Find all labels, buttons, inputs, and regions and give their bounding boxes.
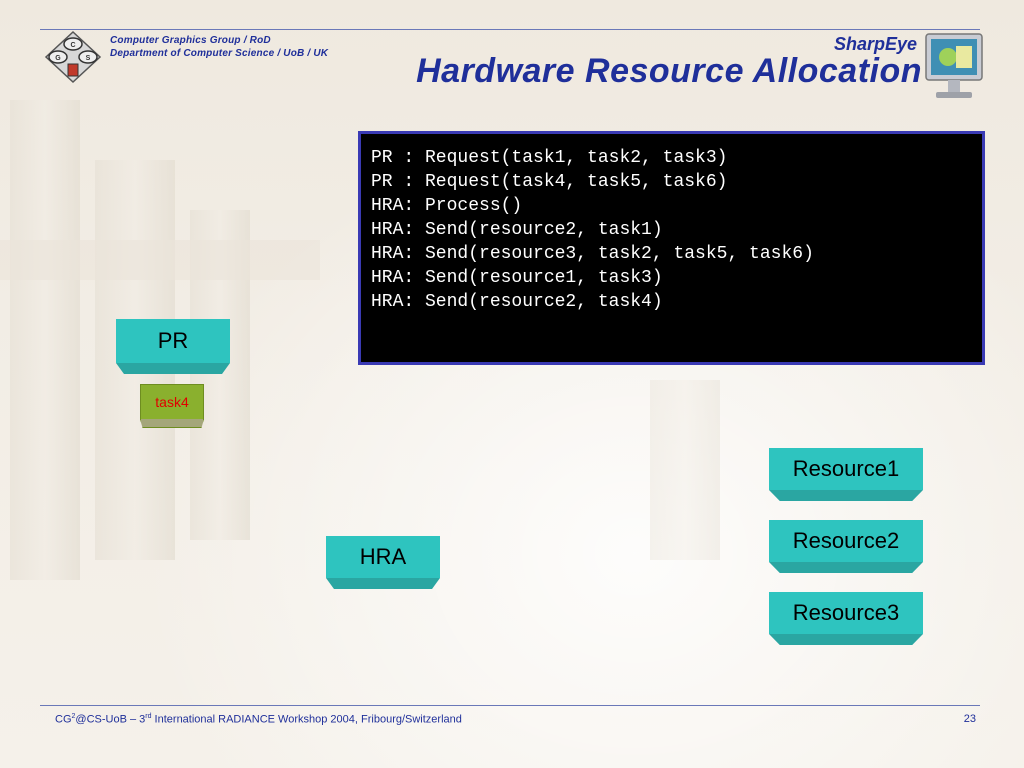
console-line: HRA: Send(resource1, task3): [371, 268, 663, 288]
pr-node: PR: [116, 319, 230, 363]
console-line: PR : Request(task1, task2, task3): [371, 148, 728, 168]
footer-rest: International RADIANCE Workshop 2004, Fr…: [151, 713, 462, 726]
console-line: HRA: Process(): [371, 196, 523, 216]
svg-text:S: S: [86, 55, 91, 62]
resource2-node: Resource2: [769, 520, 923, 562]
task4-token: task4: [140, 384, 204, 420]
footer-prefix: CG: [55, 713, 72, 726]
cg-logo-icon: C G S: [44, 30, 102, 84]
resource3-node: Resource3: [769, 592, 923, 634]
resource1-node: Resource1: [769, 448, 923, 490]
monitor-icon: [925, 33, 983, 98]
footer-mid: @CS-UoB – 3: [75, 713, 146, 726]
background-pillar: [650, 380, 720, 560]
console-line: HRA: Send(resource2, task4): [371, 292, 663, 312]
org-name-line-1: Computer Graphics Group / RoD: [110, 35, 271, 46]
svg-text:G: G: [55, 55, 61, 62]
slide-title: Hardware Resource Allocation: [416, 52, 922, 90]
org-name-line-2: Department of Computer Science / UoB / U…: [110, 48, 329, 59]
message-console: PR : Request(task1, task2, task3) PR : R…: [358, 131, 985, 365]
footer-text: CG2@CS-UoB – 3rd International RADIANCE …: [55, 713, 462, 726]
console-line: PR : Request(task4, task5, task6): [371, 172, 728, 192]
svg-text:C: C: [70, 42, 75, 49]
top-rule: [40, 29, 980, 30]
background-pillar: [10, 100, 80, 580]
bottom-rule: [40, 705, 980, 706]
console-line: HRA: Send(resource2, task1): [371, 220, 663, 240]
page-number: 23: [963, 713, 976, 725]
hra-node: HRA: [326, 536, 440, 578]
background-beam: [0, 240, 320, 280]
console-line: HRA: Send(resource3, task2, task5, task6…: [371, 244, 814, 264]
